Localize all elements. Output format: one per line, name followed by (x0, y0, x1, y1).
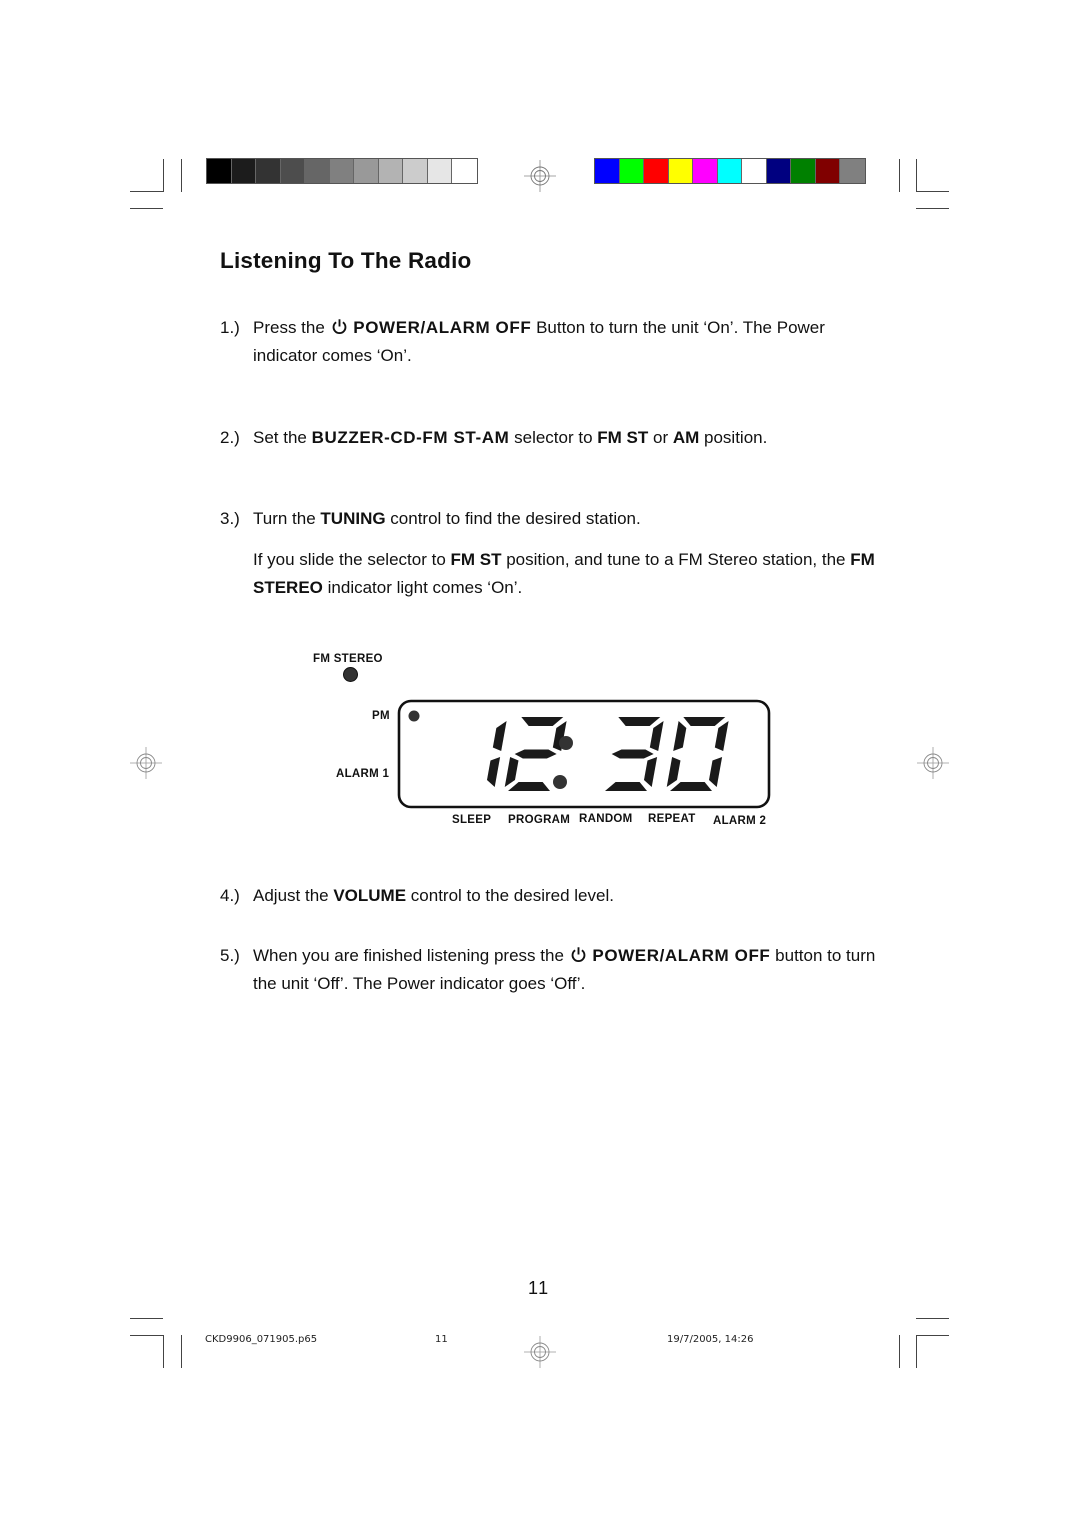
color-swatch (668, 159, 693, 183)
step-text: or (648, 428, 673, 447)
control-name: VOLUME (333, 886, 407, 905)
registration-mark-icon (524, 160, 556, 192)
pm-label: PM (372, 710, 390, 722)
note-text: indicator light comes ‘On’. (322, 578, 523, 597)
position-fm-st: FM ST (450, 550, 502, 569)
control-name: TUNING (320, 509, 386, 528)
random-label: RANDOM (579, 813, 633, 825)
footer-filename: CKD9906_071905.p65 (205, 1334, 318, 1345)
lcd-screen (397, 699, 771, 809)
step-5: 5.) When you are finished listening pres… (220, 942, 880, 998)
power-icon (332, 319, 346, 334)
position-fm-st: FM ST (597, 428, 649, 447)
step-number: 5.) (220, 946, 240, 965)
fm-stereo-indicator-light (343, 667, 358, 682)
note-text: If you slide the selector to (253, 550, 451, 569)
sleep-label: SLEEP (452, 814, 492, 826)
step-text: Adjust the (253, 886, 334, 905)
selector-name: BUZZER-CD-FM ST-AM (311, 428, 510, 447)
step-text: Turn the (253, 509, 321, 528)
step-3-note: If you slide the selector to FM ST posit… (220, 546, 880, 602)
step-text: Set the (253, 428, 312, 447)
grayscale-swatch (403, 159, 428, 183)
button-name: POWER/ALARM OFF (353, 318, 532, 337)
footer-datetime: 19/7/2005, 14:26 (667, 1334, 754, 1345)
step-text: When you are finished listening press th… (253, 946, 564, 965)
color-swatch (815, 159, 840, 183)
pm-indicator-dot (408, 710, 420, 722)
step-text: Press the (253, 318, 325, 337)
color-swatch (595, 159, 620, 183)
step-3: 3.) Turn the TUNING control to find the … (220, 505, 880, 533)
color-swatch (766, 159, 791, 183)
step-2: 2.) Set the BUZZER-CD-FM ST-AM selector … (220, 424, 880, 452)
grayscale-swatch (305, 159, 330, 183)
color-swatch (840, 159, 865, 183)
color-swatch (742, 159, 767, 183)
grayscale-swatch (378, 159, 403, 183)
step-text: selector to (509, 428, 598, 447)
grayscale-swatch (207, 159, 232, 183)
note-text: position, and tune to a FM Stereo statio… (501, 550, 851, 569)
button-name: POWER/ALARM OFF (592, 946, 771, 965)
step-text: control to the desired level. (406, 886, 614, 905)
color-swatch (619, 159, 644, 183)
grayscale-color-bar (206, 158, 478, 184)
grayscale-swatch (452, 159, 477, 183)
fm-stereo-label: FM STEREO (313, 653, 383, 665)
program-label: PROGRAM (508, 814, 571, 826)
step-1: 1.) Press the POWER/ALARM OFF Button to … (220, 314, 880, 370)
color-swatch (717, 159, 742, 183)
grayscale-swatch (280, 159, 305, 183)
color-swatch (644, 159, 669, 183)
page-title: Listening To The Radio (220, 248, 472, 273)
color-calibration-bar (594, 158, 866, 184)
step-number: 4.) (220, 886, 240, 905)
grayscale-swatch (329, 159, 354, 183)
footer-page: 11 (435, 1334, 448, 1345)
repeat-label: REPEAT (648, 813, 696, 825)
lcd-colon-dot (559, 736, 573, 750)
registration-mark-icon (917, 747, 949, 779)
color-swatch (693, 159, 718, 183)
position-am: AM (672, 428, 700, 447)
step-number: 3.) (220, 509, 240, 528)
registration-mark-icon (524, 1336, 556, 1368)
page-number: 11 (528, 1278, 550, 1298)
step-4: 4.) Adjust the VOLUME control to the des… (220, 882, 880, 910)
lcd-colon-dot (553, 775, 567, 789)
color-swatch (791, 159, 816, 183)
grayscale-swatch (231, 159, 256, 183)
step-number: 1.) (220, 318, 240, 337)
alarm2-label: ALARM 2 (713, 815, 767, 827)
power-icon (571, 947, 586, 962)
grayscale-swatch (354, 159, 379, 183)
step-text: position. (699, 428, 768, 447)
registration-mark-icon (130, 747, 162, 779)
step-number: 2.) (220, 428, 240, 447)
step-text: control to find the desired station. (385, 509, 641, 528)
grayscale-swatch (427, 159, 452, 183)
grayscale-swatch (256, 159, 281, 183)
alarm1-label: ALARM 1 (336, 768, 390, 780)
